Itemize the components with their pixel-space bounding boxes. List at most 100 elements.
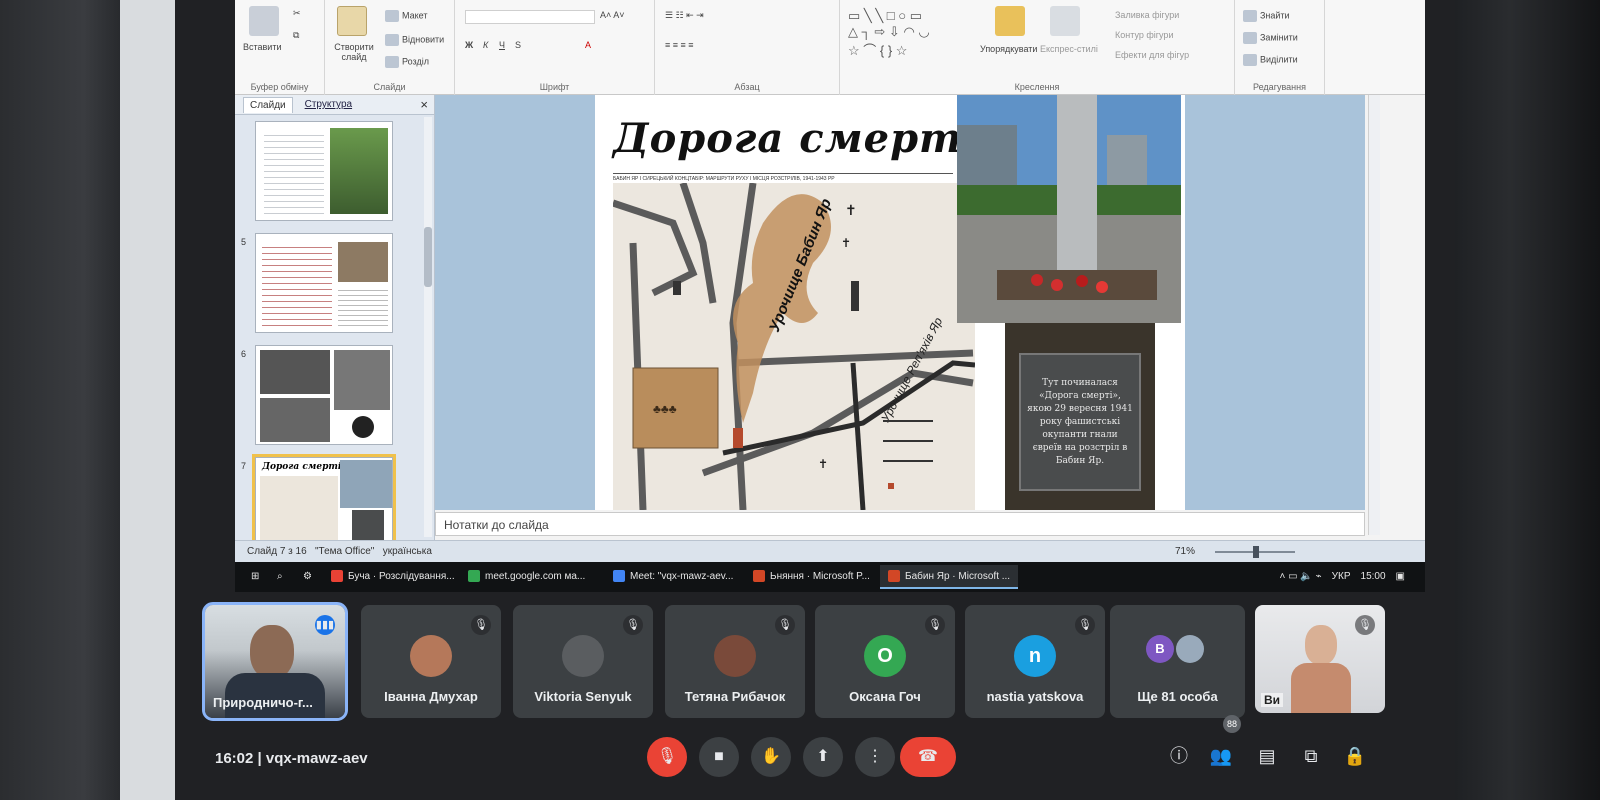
settings-icon[interactable]: ⚙ [295,565,320,589]
search-icon[interactable]: ⌕ [269,565,291,589]
system-tray: ˄ ▭ 🔈 ⌁ УКР 15:00 ▣ [1280,571,1405,582]
participant-tile[interactable]: ▮▮▮ Природничо-г... [202,602,348,721]
taskbar-item[interactable]: meet.google.com ма... [460,565,593,589]
shape-outline-button[interactable]: Контур фігури [1115,30,1173,40]
route-marker [733,428,743,448]
quick-styles-button[interactable]: Експрес-стилі [1040,44,1098,54]
slide-editing-area[interactable]: Дорога смерті БАБИН ЯР І СИРЕЦЬКИЙ КОНЦТ… [435,95,1365,510]
copy-icon[interactable]: ⧉ [293,30,299,41]
participant-avatar: n [1014,635,1056,677]
raise-hand-button[interactable]: ✋ [751,737,791,777]
section-button[interactable]: Розділ [385,56,429,68]
camp-symbol: ♣♣♣ [653,402,677,416]
status-bar: Слайд 7 з 16 "Тема Office" українська 71… [235,540,1425,562]
tab-outline[interactable]: Структура [299,97,358,112]
shapes-gallery-icon[interactable]: ▭ ╲ ╲ □ ○ ▭ △ ┐ ⇨ ⇩ ◠ ◡ ☆ ⌒ { } ☆ [848,8,930,59]
monument-marker [851,281,859,311]
zoom-level[interactable]: 71% [1175,546,1195,557]
babyn-yar-map[interactable]: ♣♣♣ Урочище Бабин Яр Урочище Реп'яхів Яр… [613,183,975,510]
status-slide-info: Слайд 7 з 16 "Тема Office" українська [247,546,432,557]
photo-of-monitor: Вставити ✂ ⧉ Буфер обміну Створити слайд… [0,0,1600,800]
font-name-select[interactable] [465,10,595,24]
tray-clock[interactable]: 15:00 [1361,571,1386,582]
powerpoint-icon [888,570,900,582]
mic-toggle-button[interactable]: 🎙 [647,737,687,777]
memorial-plaque: Тут починалася «Дорога смерті», якою 29 … [1019,353,1141,491]
activities-icon[interactable]: ⧉ [1297,742,1325,770]
meeting-time: 16:02 [215,750,254,767]
people-icon[interactable]: 👥 [1207,742,1235,770]
leave-call-button[interactable]: ☎ [900,737,956,777]
present-button[interactable]: ⬆ [803,737,843,777]
meeting-details-icon[interactable]: ⓘ [1165,742,1193,770]
paste-icon[interactable] [249,6,279,36]
paragraph-group: ☰ ☷ ⇤ ⇥ ≡ ≡ ≡ ≡ Абзац [655,0,840,95]
tab-slides[interactable]: Слайди [243,96,293,113]
new-slide-icon[interactable] [337,6,367,36]
more-options-button[interactable]: ⋮ [855,737,895,777]
quick-styles-icon[interactable] [1050,6,1080,36]
cut-icon[interactable]: ✂ [293,8,301,19]
thumbnail-title: Дорога смерті [262,462,342,472]
participant-tile[interactable]: 🎙 Viktoria Senyuk [513,605,653,718]
find-button[interactable]: Знайти [1243,10,1290,22]
tray-icons[interactable]: ˄ ▭ 🔈 ⌁ [1280,571,1322,582]
plaque-photo[interactable]: Тут починалася «Дорога смерті», якою 29 … [1005,323,1155,510]
arrange-button[interactable]: Упорядкувати [980,44,1037,54]
taskbar-item-active[interactable]: Бабин Яр · Microsoft ... [880,565,1019,589]
paste-button[interactable]: Вставити [243,42,282,52]
host-controls-icon[interactable]: 🔒 [1341,742,1369,770]
strikethrough-icon[interactable]: S [515,40,521,50]
participant-tile[interactable]: n 🎙 nastia yatskova [965,605,1105,718]
slide-thumbnail[interactable] [235,121,425,229]
self-view-tile[interactable]: 🎙 Ви [1255,605,1385,713]
bullets-icon[interactable]: ☰ ☷ ⇤ ⇥ [665,10,704,21]
replace-button[interactable]: Замінити [1243,32,1298,44]
notifications-icon[interactable]: ▣ [1396,571,1405,582]
monitor-bezel-right [1450,0,1600,800]
notes-placeholder: Нотатки до слайда [444,518,549,532]
chat-icon[interactable]: ▤ [1253,742,1281,770]
shape-fill-button[interactable]: Заливка фігури [1115,10,1179,20]
slide-title[interactable]: Дорога смерті [613,115,979,162]
cross-icon: ✝ [841,236,851,250]
participant-tile[interactable]: 🎙 Іванна Дмухар [361,605,501,718]
arrange-icon[interactable] [995,6,1025,36]
taskbar-item[interactable]: Meet: "vqx-mawz-aev... [605,565,741,589]
grow-font-icon[interactable]: A˄ A˅ [600,10,625,20]
slides-panel-scrollbar[interactable] [424,117,432,537]
ribbon: Вставити ✂ ⧉ Буфер обміну Створити слайд… [235,0,1425,95]
more-participants-tile[interactable]: B Ще 81 особа [1110,605,1245,718]
mic-off-icon: 🎙 [471,615,491,635]
self-label: Ви [1261,693,1284,707]
underline-icon[interactable]: Ч [499,40,505,50]
monument-photo[interactable] [957,95,1181,323]
slide-scrollbar[interactable] [1368,95,1380,535]
zoom-slider-handle[interactable] [1253,546,1259,558]
reset-button[interactable]: Відновити [385,34,444,46]
camera-toggle-button[interactable]: ■ [699,737,739,777]
start-icon[interactable]: ⊞ [243,565,267,589]
taskbar-item[interactable]: Буча · Розслідування... [323,565,463,589]
close-icon[interactable]: × [420,97,428,112]
slide-notes-field[interactable]: Нотатки до слайда [435,512,1365,536]
italic-icon[interactable]: К [483,40,488,50]
participant-tile[interactable]: 🎙 Тетяна Рибачок [665,605,805,718]
select-button[interactable]: Виділити [1243,54,1298,66]
slide-thumbnail[interactable]: 6 [235,345,425,453]
slide[interactable]: Дорога смерті БАБИН ЯР І СИРЕЦЬКИЙ КОНЦТ… [595,95,1185,510]
bold-icon[interactable]: Ж [465,40,473,50]
shape-effects-button[interactable]: Ефекти для фігур [1115,50,1189,60]
layout-button[interactable]: Макет [385,10,427,22]
participant-tile[interactable]: О 🎙 Оксана Гоч [815,605,955,718]
slide-thumbnail[interactable]: 5 [235,233,425,341]
new-slide-button[interactable]: Створити слайд [329,42,379,62]
align-icon[interactable]: ≡ ≡ ≡ ≡ [665,40,694,50]
taskbar-item[interactable]: Ьняння · Microsoft P... [745,565,878,589]
slides-group: Створити слайд Макет Відновити Розділ Сл… [325,0,455,95]
participant-avatar: О [864,635,906,677]
font-color-icon[interactable]: A [585,40,591,50]
drawing-group: ▭ ╲ ╲ □ ○ ▭ △ ┐ ⇨ ⇩ ◠ ◡ ☆ ⌒ { } ☆ Упорядку… [840,0,1235,95]
tray-language[interactable]: УКР [1332,571,1351,582]
monument-photo-image [957,95,1181,323]
